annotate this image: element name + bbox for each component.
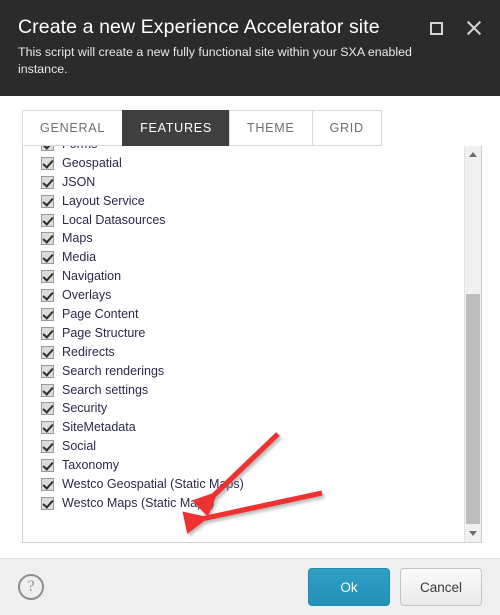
- feature-list-item[interactable]: Local Datasources: [41, 211, 464, 230]
- tab-grid[interactable]: GRID: [311, 110, 382, 146]
- feature-checkbox[interactable]: [41, 326, 54, 340]
- ok-button[interactable]: Ok: [308, 568, 390, 606]
- feature-checkbox[interactable]: [41, 496, 54, 510]
- feature-list-item[interactable]: Media: [41, 248, 464, 267]
- feature-list-item[interactable]: Westco Geospatial (Static Maps): [41, 475, 464, 494]
- feature-label: Overlays: [62, 288, 112, 303]
- dialog-titlebar: Create a new Experience Accelerator site…: [0, 0, 500, 96]
- feature-checkbox[interactable]: [41, 146, 54, 151]
- feature-label: Search renderings: [62, 363, 165, 378]
- feature-label: Forms: [62, 146, 97, 154]
- feature-list-item[interactable]: Redirects: [41, 343, 464, 362]
- feature-checkbox[interactable]: [41, 402, 54, 416]
- feature-checkbox[interactable]: [41, 421, 54, 435]
- feature-list-item[interactable]: Layout Service: [41, 192, 464, 211]
- tab-theme[interactable]: THEME: [228, 110, 312, 146]
- feature-list-item[interactable]: Overlays: [41, 286, 464, 305]
- features-list: FormsGeospatial JSON Layout Service Local D…: [23, 146, 464, 513]
- feature-label: Page Structure: [62, 325, 146, 340]
- feature-label: Navigation: [62, 269, 122, 284]
- features-scrollbar[interactable]: [464, 146, 481, 542]
- feature-label: Westco Geospatial (Static Maps): [62, 477, 244, 492]
- scroll-up-button[interactable]: [465, 146, 481, 163]
- restore-icon: [429, 21, 443, 35]
- feature-list-item[interactable]: Search renderings: [41, 362, 464, 381]
- chevron-up-icon: [469, 152, 477, 157]
- feature-label: Maps: [62, 231, 93, 246]
- feature-label: Geospatial: [62, 155, 122, 170]
- feature-checkbox[interactable]: [41, 440, 54, 454]
- feature-checkbox[interactable]: [41, 232, 54, 246]
- feature-label: Page Content: [62, 307, 139, 322]
- feature-label: Media: [62, 250, 97, 265]
- feature-label: SiteMetadata: [62, 420, 136, 435]
- feature-checkbox[interactable]: [41, 251, 54, 265]
- tab-bar: GENERAL FEATURES THEME GRID: [22, 110, 482, 146]
- feature-checkbox[interactable]: [41, 289, 54, 303]
- feature-label: JSON: [62, 174, 96, 189]
- window-controls: [426, 18, 484, 38]
- feature-checkbox[interactable]: [41, 307, 54, 321]
- features-list-viewport: FormsGeospatial JSON Layout Service Local D…: [23, 146, 464, 542]
- feature-list-item[interactable]: Page Structure: [41, 324, 464, 343]
- feature-checkbox[interactable]: [41, 270, 54, 284]
- feature-checkbox[interactable]: [41, 156, 54, 170]
- dialog-body: GENERAL FEATURES THEME GRID FormsGeospat…: [0, 96, 500, 558]
- dialog-title: Create a new Experience Accelerator site: [18, 16, 380, 38]
- feature-checkbox[interactable]: [41, 175, 54, 189]
- create-site-dialog: Create a new Experience Accelerator site…: [0, 0, 500, 615]
- feature-list-item[interactable]: JSON: [41, 173, 464, 192]
- tab-general[interactable]: GENERAL: [22, 110, 123, 146]
- feature-label: Local Datasources: [62, 212, 166, 227]
- dialog-subtitle: This script will create a new fully func…: [18, 45, 412, 76]
- feature-list-item[interactable]: Westco Maps (Static Maps): [41, 494, 464, 513]
- feature-checkbox[interactable]: [41, 194, 54, 208]
- feature-list-item[interactable]: Maps: [41, 229, 464, 248]
- close-button[interactable]: [464, 18, 484, 38]
- feature-checkbox[interactable]: [41, 364, 54, 378]
- chevron-down-icon: [469, 531, 477, 536]
- tab-features[interactable]: FEATURES: [122, 110, 229, 146]
- feature-label: Westco Maps (Static Maps): [62, 495, 215, 510]
- feature-list-item[interactable]: Navigation: [41, 267, 464, 286]
- scroll-down-button[interactable]: [465, 525, 481, 542]
- feature-label: Social: [62, 439, 97, 454]
- scrollbar-thumb[interactable]: [466, 294, 480, 524]
- help-button[interactable]: ?: [18, 574, 44, 600]
- feature-list-item[interactable]: Taxonomy: [41, 456, 464, 475]
- dialog-footer: ? Ok Cancel: [0, 558, 500, 615]
- feature-checkbox[interactable]: [41, 213, 54, 227]
- feature-label: Layout Service: [62, 193, 145, 208]
- feature-list-item[interactable]: Page Content: [41, 305, 464, 324]
- feature-label: Taxonomy: [62, 458, 119, 473]
- feature-list-item[interactable]: Security: [41, 399, 464, 418]
- feature-list-item[interactable]: Forms: [41, 146, 464, 154]
- restore-button[interactable]: [426, 18, 446, 38]
- feature-list-item[interactable]: Geospatial: [41, 154, 464, 173]
- feature-checkbox[interactable]: [41, 383, 54, 397]
- feature-list-item[interactable]: Social: [41, 437, 464, 456]
- cancel-button[interactable]: Cancel: [400, 568, 482, 606]
- feature-list-item[interactable]: Search settings: [41, 381, 464, 400]
- feature-checkbox[interactable]: [41, 459, 54, 473]
- features-list-panel: FormsGeospatial JSON Layout Service Local D…: [22, 146, 482, 543]
- feature-list-item[interactable]: SiteMetadata: [41, 418, 464, 437]
- close-icon: [466, 20, 482, 36]
- feature-checkbox[interactable]: [41, 477, 54, 491]
- feature-label: Security: [62, 401, 108, 416]
- feature-label: Redirects: [62, 344, 115, 359]
- feature-checkbox[interactable]: [41, 345, 54, 359]
- feature-label: Search settings: [62, 382, 149, 397]
